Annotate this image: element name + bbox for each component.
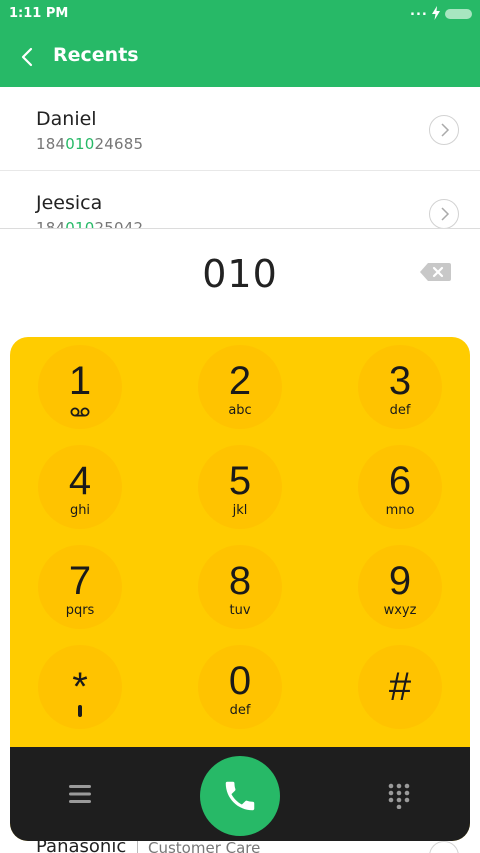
key-digit: 7 bbox=[68, 559, 92, 603]
key-8[interactable]: 8 tuv bbox=[198, 545, 282, 629]
chevron-right-icon[interactable] bbox=[429, 115, 459, 145]
key-letters: def bbox=[389, 403, 411, 418]
key-digit: 0 bbox=[228, 659, 252, 703]
key-star[interactable]: * bbox=[38, 645, 122, 729]
key-letters: ghi bbox=[69, 503, 91, 518]
back-arrow-icon[interactable] bbox=[16, 45, 40, 69]
list-item[interactable]: Daniel 18401024685 bbox=[0, 87, 480, 171]
key-letters: def bbox=[229, 703, 251, 718]
backspace-icon[interactable] bbox=[419, 262, 451, 282]
status-bar: 1:11 PM ... bbox=[0, 0, 480, 27]
charging-bolt-icon bbox=[432, 6, 440, 20]
page-title: Recents bbox=[53, 44, 139, 66]
entered-number: 010 bbox=[202, 252, 278, 296]
pause-mark bbox=[78, 705, 82, 717]
voicemail-icon bbox=[70, 407, 90, 417]
key-letters: abc bbox=[228, 403, 252, 418]
number-match-highlight: 010 bbox=[65, 135, 95, 153]
key-digit: 3 bbox=[388, 359, 412, 403]
divider bbox=[137, 840, 138, 853]
key-7[interactable]: 7 pqrs bbox=[38, 545, 122, 629]
key-9[interactable]: 9 wxyz bbox=[358, 545, 442, 629]
key-digit: * bbox=[72, 665, 88, 709]
key-digit: 5 bbox=[228, 459, 252, 503]
action-bar bbox=[10, 747, 470, 841]
key-hash[interactable]: # bbox=[358, 645, 442, 729]
key-0[interactable]: 0 def bbox=[198, 645, 282, 729]
app-bar: Recents bbox=[0, 27, 480, 87]
key-digit: 1 bbox=[68, 359, 92, 403]
key-letters: tuv bbox=[229, 603, 251, 618]
dial-keypad: 1 2 abc 3 def 4 ghi 5 jkl 6 mno 7 pqrs 8… bbox=[10, 337, 470, 841]
battery-icon bbox=[445, 9, 472, 19]
key-6[interactable]: 6 mno bbox=[358, 445, 442, 529]
key-digit: # bbox=[388, 665, 412, 709]
key-letters: mno bbox=[385, 503, 415, 518]
key-digit: 2 bbox=[228, 359, 252, 403]
dial-display: 010 bbox=[0, 228, 480, 340]
menu-icon[interactable] bbox=[69, 784, 91, 804]
key-digit: 8 bbox=[228, 559, 252, 603]
key-letters: pqrs bbox=[65, 603, 95, 618]
key-3[interactable]: 3 def bbox=[358, 345, 442, 429]
key-letters: wxyz bbox=[383, 603, 417, 618]
contact-name: Daniel bbox=[36, 108, 97, 130]
contact-name: Jeesica bbox=[36, 192, 103, 214]
contact-number: 18401024685 bbox=[36, 135, 144, 153]
key-digit: 4 bbox=[68, 459, 92, 503]
call-button[interactable] bbox=[200, 756, 280, 836]
key-1[interactable]: 1 bbox=[38, 345, 122, 429]
dialpad-icon[interactable] bbox=[388, 783, 410, 809]
key-5[interactable]: 5 jkl bbox=[198, 445, 282, 529]
phone-icon bbox=[225, 781, 255, 811]
key-letters: jkl bbox=[232, 503, 248, 518]
key-digit: 6 bbox=[388, 459, 412, 503]
status-time: 1:11 PM bbox=[9, 6, 69, 21]
key-4[interactable]: 4 ghi bbox=[38, 445, 122, 529]
key-digit: 9 bbox=[388, 559, 412, 603]
signal-dots: ... bbox=[410, 4, 428, 19]
contact-note: Customer Care bbox=[148, 839, 261, 853]
key-2[interactable]: 2 abc bbox=[198, 345, 282, 429]
chevron-right-icon[interactable] bbox=[429, 199, 459, 229]
